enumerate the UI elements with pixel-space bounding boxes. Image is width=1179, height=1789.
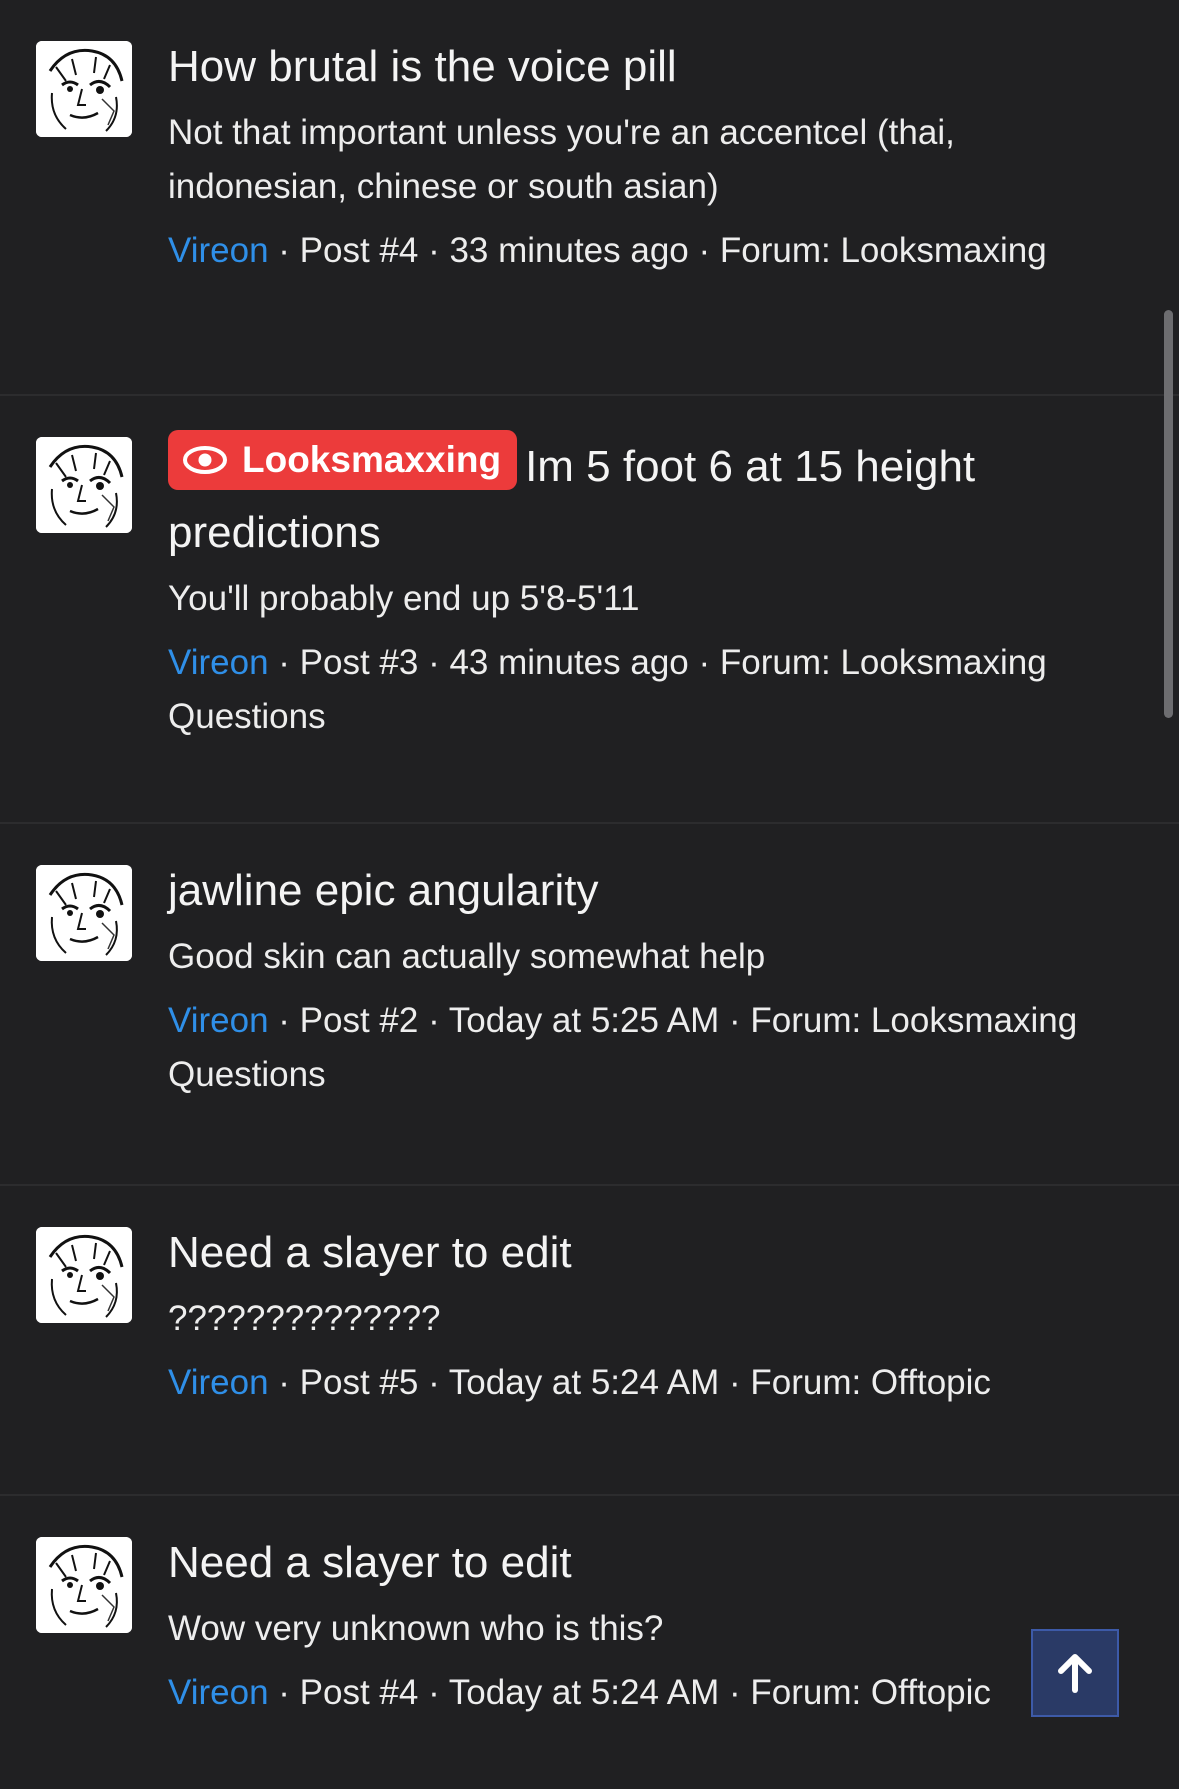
forum-badge-label: Looksmaxxing [242, 439, 502, 480]
list-item[interactable]: How brutal is the voice pill Not that im… [0, 0, 1179, 396]
avatar-sketch-image [36, 437, 132, 533]
list-item[interactable]: Looksmaxxing Im 5 foot 6 at 15 height pre… [0, 396, 1179, 824]
scroll-to-top-button[interactable] [1031, 1629, 1119, 1717]
post-meta: Vireon · Post #4 · 33 minutes ago · Foru… [168, 224, 1119, 278]
avatar-sketch-image [36, 1227, 132, 1323]
forum-badge[interactable]: Looksmaxxing [168, 430, 518, 490]
post-meta: Vireon · Post #3 · 43 minutes ago · Foru… [168, 636, 1119, 744]
avatar[interactable] [36, 865, 132, 961]
avatar[interactable] [36, 1227, 132, 1323]
post-body: Need a slayer to edit ?????????????? Vir… [168, 1220, 1119, 1410]
arrow-up-icon [1058, 1654, 1092, 1693]
post-meta: Vireon · Post #5 · Today at 5:24 AM · Fo… [168, 1356, 1119, 1410]
post-body: jawline epic angularity Good skin can ac… [168, 858, 1119, 1102]
search-results-page: How brutal is the voice pill Not that im… [0, 0, 1179, 1789]
username-link[interactable]: Vireon [168, 231, 269, 270]
scrollbar[interactable] [1164, 310, 1173, 718]
list-item[interactable]: jawline epic angularity Good skin can ac… [0, 824, 1179, 1186]
post-meta-text: · Post #5 · Today at 5:24 AM · Forum: Of… [268, 1363, 991, 1402]
post-snippet: You'll probably end up 5'8-5'11 [168, 579, 640, 618]
post-body: Looksmaxxing Im 5 foot 6 at 15 height pre… [168, 430, 1119, 744]
post-snippet: ?????????????? [168, 1299, 441, 1338]
post-snippet: Not that important unless you're an acce… [168, 113, 955, 206]
post-title[interactable]: How brutal is the voice pill [168, 34, 1119, 100]
post-title[interactable]: jawline epic angularity [168, 858, 1119, 924]
post-snippet: Wow very unknown who is this? [168, 1609, 664, 1648]
username-link[interactable]: Vireon [168, 1673, 269, 1712]
post-list: How brutal is the voice pill Not that im… [0, 0, 1179, 1789]
list-item[interactable]: Need a slayer to edit Wow very unknown w… [0, 1496, 1179, 1789]
avatar-sketch-image [36, 865, 132, 961]
eye-icon [183, 446, 227, 474]
post-body: How brutal is the voice pill Not that im… [168, 34, 1119, 278]
avatar-sketch-image [36, 41, 132, 137]
username-link[interactable]: Vireon [168, 1363, 269, 1402]
post-snippet: Good skin can actually somewhat help [168, 937, 766, 976]
post-title[interactable]: Looksmaxxing Im 5 foot 6 at 15 height pre… [168, 430, 1119, 566]
post-title[interactable]: Need a slayer to edit [168, 1220, 1119, 1286]
post-meta: Vireon · Post #2 · Today at 5:25 AM · Fo… [168, 994, 1119, 1102]
list-item[interactable]: Need a slayer to edit ?????????????? Vir… [0, 1186, 1179, 1496]
post-title[interactable]: Need a slayer to edit [168, 1530, 1119, 1596]
avatar[interactable] [36, 1537, 132, 1633]
username-link[interactable]: Vireon [168, 1001, 269, 1040]
post-meta: Vireon · Post #4 · Today at 5:24 AM · Fo… [168, 1666, 1119, 1720]
post-meta-text: · Post #4 · Today at 5:24 AM · Forum: Of… [268, 1673, 991, 1712]
post-meta-text: · Post #4 · 33 minutes ago · Forum: Look… [268, 231, 1047, 270]
avatar-sketch-image [36, 1537, 132, 1633]
post-meta-text: · Post #2 · Today at 5:25 AM · Forum: Lo… [168, 1001, 1078, 1094]
post-meta-text: · Post #3 · 43 minutes ago · Forum: Look… [168, 643, 1047, 736]
username-link[interactable]: Vireon [168, 643, 269, 682]
post-body: Need a slayer to edit Wow very unknown w… [168, 1530, 1119, 1720]
avatar[interactable] [36, 41, 132, 137]
avatar[interactable] [36, 437, 132, 533]
